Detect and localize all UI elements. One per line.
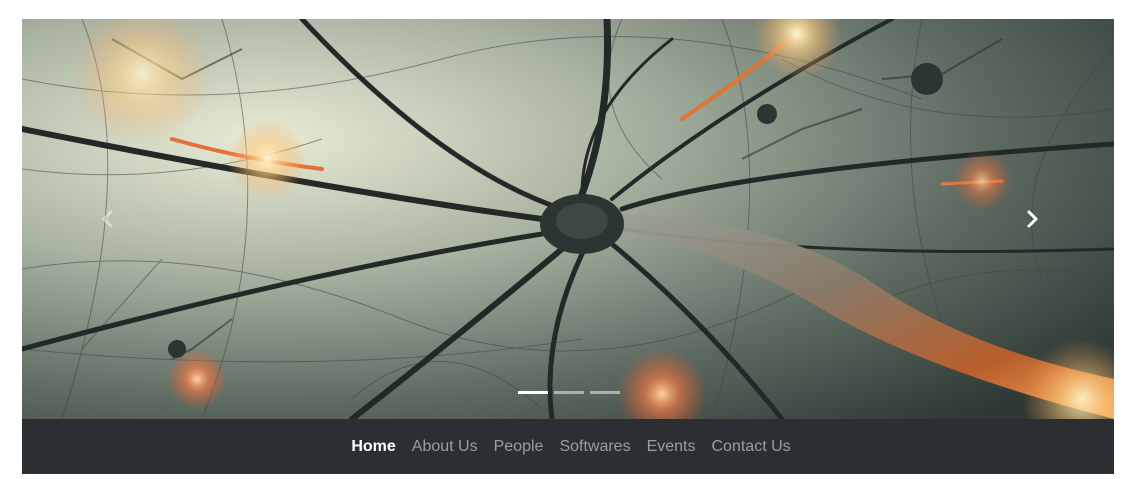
page: Home About Us People Softwares Events Co… xyxy=(0,0,1135,479)
carousel-indicator-2[interactable] xyxy=(554,390,584,394)
carousel-next-button[interactable] xyxy=(1012,199,1052,239)
nav-link-about-us[interactable]: About Us xyxy=(412,438,478,455)
main-navbar: Home About Us People Softwares Events Co… xyxy=(22,419,1114,474)
chevron-right-icon xyxy=(1027,210,1038,228)
nav-link-home[interactable]: Home xyxy=(351,438,395,455)
nav-link-softwares[interactable]: Softwares xyxy=(559,438,630,455)
carousel-prev-button[interactable] xyxy=(88,199,128,239)
carousel-indicator-1[interactable] xyxy=(518,390,548,394)
nav-link-contact-us[interactable]: Contact Us xyxy=(712,438,791,455)
nav-list: Home About Us People Softwares Events Co… xyxy=(351,438,790,456)
image-carousel xyxy=(22,19,1114,419)
nav-link-people[interactable]: People xyxy=(494,438,544,455)
neuron-network-image xyxy=(22,19,1114,419)
carousel-indicator-3[interactable] xyxy=(590,390,620,394)
nav-link-events[interactable]: Events xyxy=(647,438,696,455)
chevron-left-icon xyxy=(102,210,113,228)
carousel-indicators xyxy=(518,389,620,395)
